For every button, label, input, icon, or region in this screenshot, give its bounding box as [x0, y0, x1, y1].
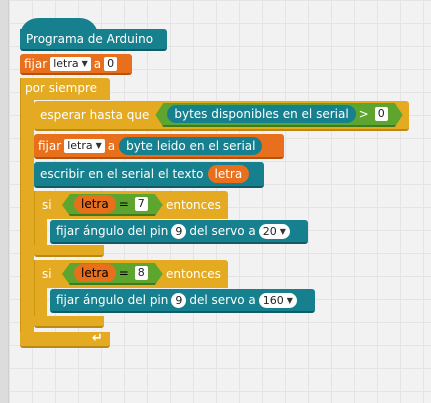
then-label-2: entonces — [166, 267, 221, 281]
angle-value: 160 — [262, 293, 284, 307]
variable-getter-name: letra — [214, 167, 243, 181]
if-label-2: si — [42, 267, 52, 281]
wait-label: esperar hasta que — [40, 108, 150, 122]
triangle-down-icon: ▼ — [286, 295, 293, 305]
variable-getter-letra[interactable]: letra — [74, 264, 116, 282]
variable-getter-name: letra — [81, 197, 109, 211]
forever-label: por siempre — [25, 81, 98, 95]
angle-value: 20 — [262, 224, 277, 238]
servo-block-2[interactable]: fijar ángulo del pin 9 del servo a 160 ▼ — [50, 289, 315, 313]
angle-dropdown[interactable]: 20 ▼ — [258, 223, 290, 239]
if-label-1: si — [42, 198, 52, 212]
program-block[interactable]: Programa de Arduino — [20, 29, 167, 51]
set2-to-label: a — [107, 138, 116, 153]
bytes-available-label: bytes disponibles en el serial — [174, 107, 349, 121]
compare-value-input[interactable]: 7 — [135, 197, 148, 211]
pin-input[interactable]: 9 — [171, 292, 187, 308]
servo-label: fijar ángulo del pin — [56, 293, 169, 307]
variable-getter-letra[interactable]: letra — [74, 195, 116, 213]
set-variable-block-2[interactable]: fijar letra ▼ a byte leido en el serial — [34, 134, 284, 159]
variable-getter-name: letra — [81, 266, 109, 280]
bytes-available-block[interactable]: bytes disponibles en el serial — [167, 105, 355, 123]
equals-block-2[interactable]: letra = 8 — [62, 263, 163, 285]
pin-input[interactable]: 9 — [171, 223, 187, 239]
triangle-down-icon: ▼ — [95, 140, 102, 150]
triangle-down-icon: ▼ — [279, 226, 286, 236]
variable-dropdown[interactable]: letra ▼ — [50, 56, 91, 71]
variable-dropdown-2[interactable]: letra ▼ — [64, 138, 105, 153]
servo-mid-label: del servo a — [189, 224, 256, 238]
variable-name-2: letra — [67, 138, 93, 152]
set-to-label: a — [93, 56, 102, 71]
read-byte-label: byte leido en el serial — [126, 138, 256, 153]
set-variable-block[interactable]: fijar letra ▼ a 0 — [20, 54, 132, 75]
servo-block-1[interactable]: fijar ángulo del pin 9 del servo a 20 ▼ — [50, 220, 308, 244]
read-byte-block[interactable]: byte leido en el serial — [119, 136, 263, 155]
set2-label: fijar — [38, 138, 62, 153]
angle-dropdown[interactable]: 160 ▼ — [258, 292, 297, 308]
triangle-down-icon: ▼ — [81, 58, 88, 68]
equals-operator: = — [118, 197, 129, 211]
set-label: fijar — [24, 56, 48, 71]
workspace-sidebar-edge — [0, 0, 9, 403]
variable-getter[interactable]: letra — [207, 165, 250, 183]
then-label-1: entonces — [166, 198, 221, 212]
number-input[interactable]: 0 — [104, 56, 118, 71]
compare-value-input[interactable]: 8 — [135, 266, 148, 280]
gt-operator: > — [358, 107, 369, 121]
variable-name: letra — [53, 56, 79, 70]
program-title: Programa de Arduino — [26, 32, 154, 46]
gt-value-input[interactable]: 0 — [375, 107, 388, 121]
serial-write-block[interactable]: escribir en el serial el texto letra — [34, 162, 264, 188]
serial-write-label: escribir en el serial el texto — [40, 167, 204, 181]
return-arrow-icon: ↵ — [92, 331, 103, 346]
comparison-block[interactable]: bytes disponibles en el serial > 0 — [155, 103, 402, 127]
servo-label: fijar ángulo del pin — [56, 224, 169, 238]
equals-operator: = — [118, 266, 129, 280]
wait-until-block[interactable]: esperar hasta que bytes disponibles en e… — [34, 101, 409, 131]
equals-block-1[interactable]: letra = 7 — [62, 194, 163, 216]
servo-mid-label: del servo a — [189, 293, 256, 307]
